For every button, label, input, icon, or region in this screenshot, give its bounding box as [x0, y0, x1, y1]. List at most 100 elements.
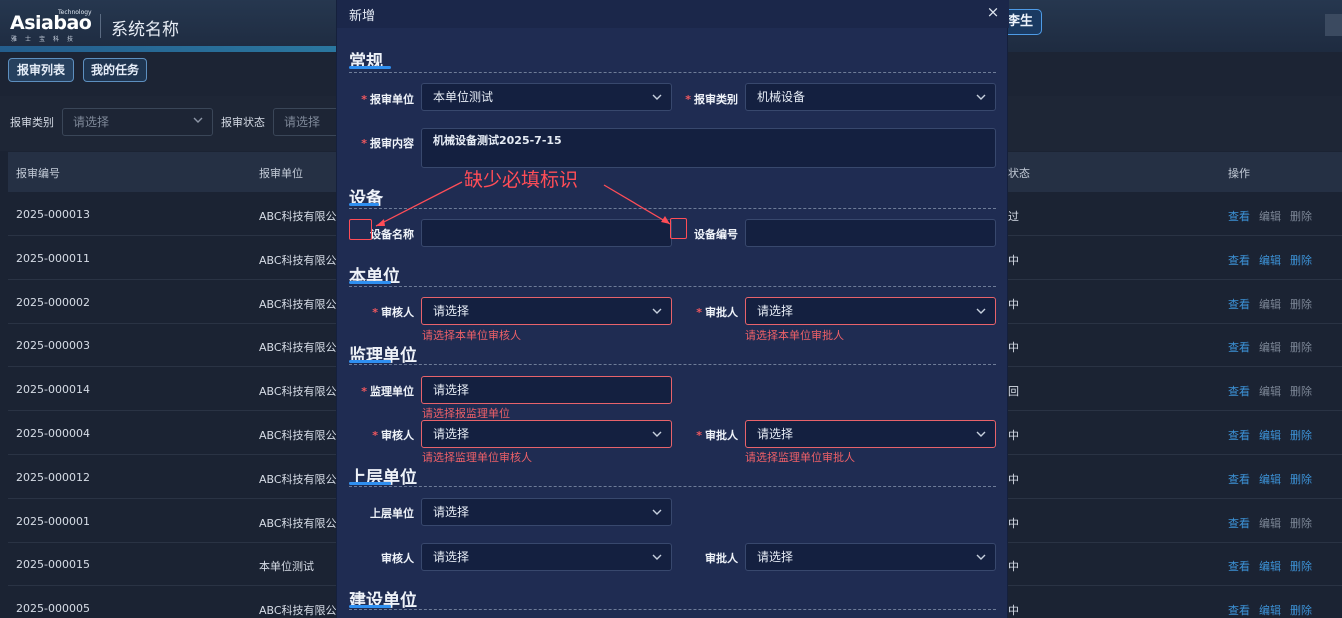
action-view-link[interactable]: 查看	[1228, 339, 1250, 355]
review-category-select[interactable]: 机械设备	[745, 83, 996, 111]
action-view-link[interactable]: 查看	[1228, 558, 1250, 574]
cell-unit: ABC科技有限公	[259, 253, 337, 267]
section-upper-underline	[349, 482, 391, 485]
cell-status: 中	[1008, 604, 1019, 618]
dialog-header: 新增 ×	[337, 0, 1009, 28]
label-review-content: * 报审内容	[361, 137, 414, 150]
label-own-approver: * 审批人	[696, 306, 738, 319]
action-edit-link[interactable]: 编辑	[1259, 471, 1281, 487]
chevron-down-icon	[976, 308, 986, 314]
action-delete-link[interactable]: 删除	[1290, 427, 1312, 443]
action-delete-link[interactable]: 删除	[1290, 471, 1312, 487]
supervision-reviewer-placeholder: 请选择	[433, 427, 470, 441]
action-view-link[interactable]: 查看	[1228, 427, 1250, 443]
action-delete-link[interactable]: 删除	[1290, 383, 1312, 399]
action-view-link[interactable]: 查看	[1228, 471, 1250, 487]
add-dialog: 新增 × 常规 * 报审单位 本单位测试 * 报审类别 机械设备 * 报审内容 机械设…	[336, 0, 1009, 618]
equipment-name-input[interactable]	[421, 219, 672, 247]
section-equipment-underline	[349, 203, 379, 206]
review-content-textarea[interactable]: 机械设备测试2025-7-15	[421, 128, 996, 168]
label-supervision-approver: * 审批人	[696, 429, 738, 442]
label-upper-approver: 审批人	[705, 552, 738, 565]
close-icon[interactable]: ×	[984, 2, 1002, 22]
cell-unit: ABC科技有限公	[259, 210, 337, 223]
col-header-actions: 操作	[1228, 167, 1250, 180]
cell-status: 中	[1008, 516, 1019, 530]
action-edit-link[interactable]: 编辑	[1259, 427, 1281, 443]
logo-technology: Technology	[58, 9, 92, 16]
label-upper-unit: 上层单位	[370, 507, 414, 520]
cell-status: 中	[1008, 341, 1019, 355]
header-right-edge	[1325, 14, 1342, 36]
tab-review-list[interactable]: 报审列表	[8, 58, 74, 82]
label-own-reviewer: * 审核人	[372, 306, 414, 319]
action-delete-link[interactable]: 删除	[1290, 558, 1312, 574]
review-unit-select[interactable]: 本单位测试	[421, 83, 672, 111]
action-edit-link[interactable]: 编辑	[1259, 558, 1281, 574]
action-view-link[interactable]: 查看	[1228, 252, 1250, 268]
chevron-down-icon	[652, 554, 662, 560]
action-delete-link[interactable]: 删除	[1290, 602, 1312, 618]
action-edit-link[interactable]: 编辑	[1259, 208, 1281, 224]
upper-reviewer-placeholder: 请选择	[433, 550, 470, 564]
annotation-text: 缺少必填标识	[464, 169, 579, 191]
action-view-link[interactable]: 查看	[1228, 208, 1250, 224]
cell-unit: ABC科技有限公	[259, 297, 337, 311]
upper-approver-select[interactable]: 请选择	[745, 543, 996, 571]
upper-reviewer-select[interactable]: 请选择	[421, 543, 672, 571]
cell-id: 2025-000014	[16, 383, 90, 397]
chevron-down-icon	[976, 94, 986, 100]
chevron-down-icon	[976, 554, 986, 560]
action-view-link[interactable]: 查看	[1228, 515, 1250, 531]
own-approver-select[interactable]: 请选择	[745, 297, 996, 325]
action-edit-link[interactable]: 编辑	[1259, 339, 1281, 355]
col-header-id: 报审编号	[16, 167, 60, 180]
section-construction-underline	[349, 605, 391, 608]
own-approver-placeholder: 请选择	[757, 304, 794, 318]
filter-category-select[interactable]: 请选择	[62, 108, 213, 136]
action-edit-link[interactable]: 编辑	[1259, 252, 1281, 268]
action-delete-link[interactable]: 删除	[1290, 339, 1312, 355]
action-delete-link[interactable]: 删除	[1290, 515, 1312, 531]
action-edit-link[interactable]: 编辑	[1259, 602, 1281, 618]
action-edit-link[interactable]: 编辑	[1259, 296, 1281, 312]
filter-status-select[interactable]: 请选择	[273, 108, 339, 136]
cell-status: 中	[1008, 253, 1019, 267]
action-edit-link[interactable]: 编辑	[1259, 383, 1281, 399]
label-supervision-reviewer: * 审核人	[372, 429, 414, 442]
section-upper-divider	[349, 486, 996, 487]
upper-unit-select[interactable]: 请选择	[421, 498, 672, 526]
section-supervision-underline	[349, 360, 391, 363]
cell-unit: ABC科技有限公	[259, 429, 337, 442]
supervision-reviewer-select[interactable]: 请选择	[421, 420, 672, 448]
brand-logo: Asiabao Technology 雅士宝科技	[10, 9, 94, 43]
equipment-code-input[interactable]	[745, 219, 996, 247]
action-delete-link[interactable]: 删除	[1290, 252, 1312, 268]
action-view-link[interactable]: 查看	[1228, 383, 1250, 399]
chevron-down-icon	[976, 431, 986, 437]
cell-unit: ABC科技有限公	[259, 341, 337, 355]
cell-status: 中	[1008, 472, 1019, 486]
action-delete-link[interactable]: 删除	[1290, 208, 1312, 224]
supervision-unit-placeholder: 请选择	[433, 383, 470, 397]
cell-status: 中	[1008, 429, 1019, 442]
section-own-unit-underline	[349, 281, 391, 284]
own-reviewer-select[interactable]: 请选择	[421, 297, 672, 325]
label-supervision-unit: * 监理单位	[361, 385, 414, 398]
cell-unit: ABC科技有限公	[259, 385, 337, 399]
cell-unit: ABC科技有限公	[259, 604, 337, 618]
cell-id: 2025-000013	[16, 208, 90, 221]
filter-status-label: 报审状态	[221, 116, 265, 129]
filter-category-label: 报审类别	[10, 116, 54, 129]
action-view-link[interactable]: 查看	[1228, 602, 1250, 618]
action-delete-link[interactable]: 删除	[1290, 296, 1312, 312]
action-view-link[interactable]: 查看	[1228, 296, 1250, 312]
supervision-unit-select[interactable]: 请选择	[421, 376, 672, 404]
cell-unit: 本单位测试	[259, 560, 314, 574]
annotation-box-code	[670, 218, 687, 239]
tab-my-tasks[interactable]: 我的任务	[83, 58, 147, 82]
cell-unit: ABC科技有限公	[259, 472, 337, 486]
action-edit-link[interactable]: 编辑	[1259, 515, 1281, 531]
label-review-unit: * 报审单位	[361, 93, 414, 106]
supervision-approver-select[interactable]: 请选择	[745, 420, 996, 448]
